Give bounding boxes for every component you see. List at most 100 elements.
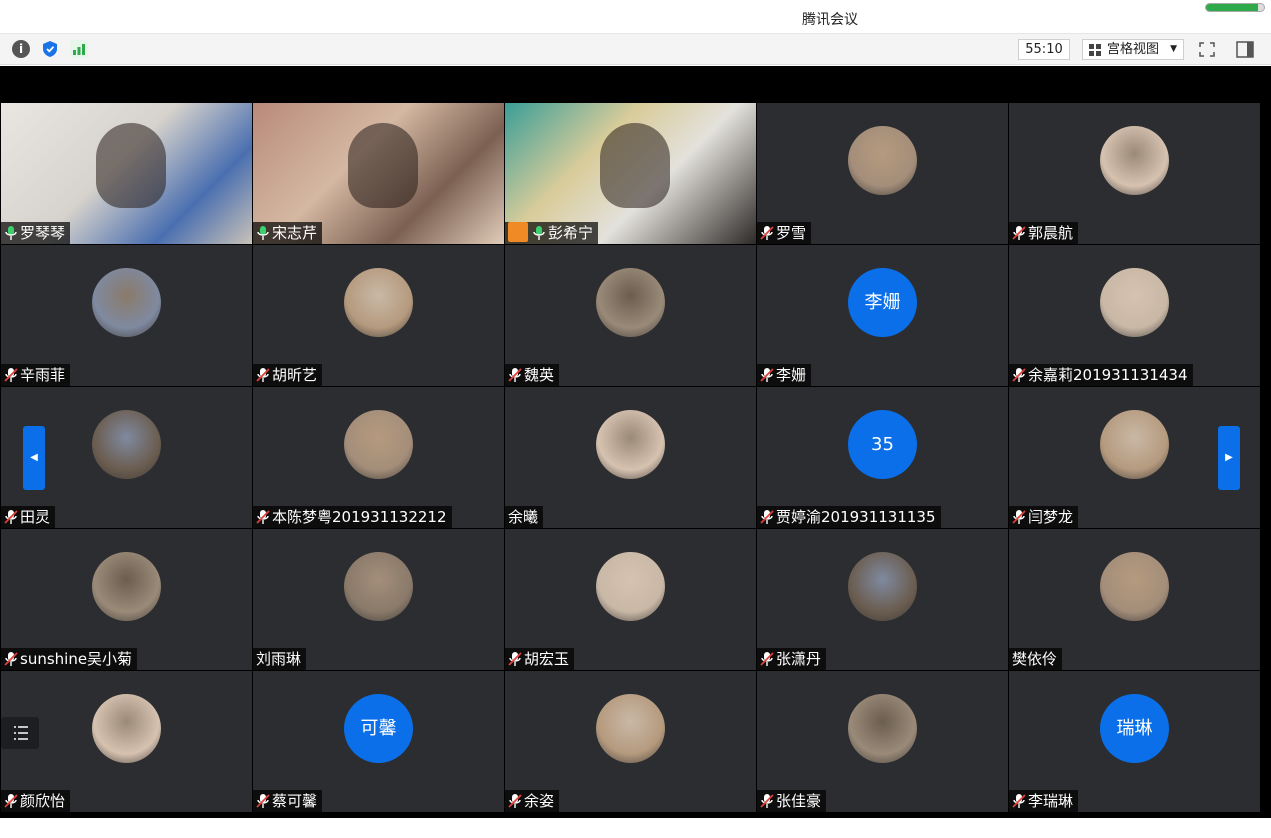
participant-tile[interactable]: 辛雨菲 bbox=[1, 245, 252, 386]
mic-muted-icon bbox=[256, 510, 270, 524]
participant-name-tag: 彭希宁 bbox=[505, 222, 599, 244]
chevron-left-icon[interactable]: ◀ bbox=[23, 426, 45, 490]
mic-muted-icon bbox=[508, 368, 522, 382]
participant-name: 余曦 bbox=[508, 508, 539, 526]
participant-tile[interactable]: 余曦 bbox=[505, 387, 756, 528]
participant-tile[interactable]: sunshine吴小菊 bbox=[1, 529, 252, 670]
shield-icon[interactable] bbox=[41, 40, 59, 58]
participant-name: 本陈梦粤201931132212 bbox=[272, 508, 447, 526]
participant-name: 闫梦龙 bbox=[1028, 508, 1074, 526]
side-panel-icon[interactable] bbox=[1234, 39, 1256, 60]
participant-name: 张佳豪 bbox=[776, 792, 822, 810]
participant-name: 余嘉莉201931131434 bbox=[1028, 366, 1188, 384]
participant-name: 宋志芹 bbox=[272, 224, 318, 242]
signal-icon-svg bbox=[70, 40, 88, 58]
mic-muted-icon bbox=[1012, 794, 1026, 808]
mic-muted-icon bbox=[508, 652, 522, 666]
participant-tile[interactable]: 本陈梦粤201931132212 bbox=[253, 387, 504, 528]
mic-active-icon bbox=[533, 226, 545, 240]
participant-tile[interactable]: 余姿 bbox=[505, 671, 756, 812]
avatar bbox=[92, 552, 161, 621]
participant-tile[interactable]: 余嘉莉201931131434 bbox=[1009, 245, 1260, 386]
participant-name: 罗雪 bbox=[776, 224, 807, 242]
participant-name: 李姗 bbox=[776, 366, 807, 384]
participant-name: 蔡可馨 bbox=[272, 792, 318, 810]
participant-name: 李瑞琳 bbox=[1028, 792, 1074, 810]
participant-name: 贾婷渝201931131135 bbox=[776, 508, 936, 526]
title-bar: 腾讯会议 bbox=[0, 0, 1271, 34]
participant-tile[interactable]: 魏英 bbox=[505, 245, 756, 386]
video-stage: 罗琴琴 宋志芹 彭希宁 罗雪 郭晨航辛雨菲胡昕艺 魏英 李姗 李姗余嘉莉20193113143… bbox=[0, 66, 1271, 838]
window-title: 腾讯会议 bbox=[802, 12, 858, 28]
participant-tile[interactable]: 张佳豪 bbox=[757, 671, 1008, 812]
avatar bbox=[848, 694, 917, 763]
participant-name: 樊依伶 bbox=[1012, 650, 1058, 668]
mic-muted-icon bbox=[1012, 368, 1026, 382]
participant-name-tag: 蔡可馨 bbox=[253, 790, 323, 812]
participant-tile[interactable]: 罗雪 bbox=[757, 103, 1008, 244]
mic-muted-icon bbox=[1012, 510, 1026, 524]
grid-view-icon bbox=[1089, 44, 1101, 56]
participant-name-tag: 樊依伶 bbox=[1009, 648, 1063, 670]
avatar bbox=[92, 694, 161, 763]
participant-name-tag: 罗琴琴 bbox=[1, 222, 71, 244]
participant-tile[interactable]: 胡昕艺 bbox=[253, 245, 504, 386]
network-quality-meter bbox=[1205, 3, 1265, 12]
info-icon[interactable]: i bbox=[12, 40, 30, 58]
participant-silhouette bbox=[96, 123, 166, 208]
mic-muted-icon bbox=[256, 794, 270, 808]
participant-name: 郭晨航 bbox=[1028, 224, 1074, 242]
participant-tile[interactable]: 胡宏玉 bbox=[505, 529, 756, 670]
avatar bbox=[92, 268, 161, 337]
chevron-down-icon: ▼ bbox=[1170, 44, 1177, 54]
participant-tile[interactable]: 张潇丹 bbox=[757, 529, 1008, 670]
participant-name-tag: 胡昕艺 bbox=[253, 364, 323, 386]
bottom-control-bar bbox=[0, 818, 1271, 838]
participant-name-tag: 魏英 bbox=[505, 364, 560, 386]
participant-name-tag: 余曦 bbox=[505, 506, 544, 528]
participant-name: 田灵 bbox=[20, 508, 51, 526]
participant-tile[interactable]: 可馨 蔡可馨 bbox=[253, 671, 504, 812]
avatar bbox=[596, 552, 665, 621]
participant-name-tag: 胡宏玉 bbox=[505, 648, 575, 670]
participant-tile[interactable]: 彭希宁 bbox=[505, 103, 756, 244]
participant-tile[interactable]: 罗琴琴 bbox=[1, 103, 252, 244]
participant-tile[interactable]: 樊依伶 bbox=[1009, 529, 1260, 670]
meeting-timer: 55:10 bbox=[1018, 39, 1070, 60]
participant-name: sunshine吴小菊 bbox=[20, 650, 133, 668]
mic-muted-icon bbox=[508, 794, 522, 808]
view-mode-select[interactable]: 宫格视图 ▼ bbox=[1082, 39, 1184, 60]
participant-tile[interactable]: 35 贾婷渝201931131135 bbox=[757, 387, 1008, 528]
host-badge-icon bbox=[508, 222, 528, 242]
participant-tile[interactable]: 刘雨琳 bbox=[253, 529, 504, 670]
signal-icon[interactable] bbox=[70, 40, 88, 58]
mic-muted-icon bbox=[256, 368, 270, 382]
participant-name: 魏英 bbox=[524, 366, 555, 384]
avatar: 35 bbox=[848, 410, 917, 479]
avatar bbox=[1100, 126, 1169, 195]
participant-tile[interactable]: 宋志芹 bbox=[253, 103, 504, 244]
chevron-right-icon[interactable]: ▶ bbox=[1218, 426, 1240, 490]
participant-name-tag: 余嘉莉201931131434 bbox=[1009, 364, 1193, 386]
participant-tile[interactable]: 李姗 李姗 bbox=[757, 245, 1008, 386]
participant-name: 胡昕艺 bbox=[272, 366, 318, 384]
participant-tile[interactable]: 郭晨航 bbox=[1009, 103, 1260, 244]
avatar bbox=[344, 410, 413, 479]
participant-name-tag: 本陈梦粤201931132212 bbox=[253, 506, 452, 528]
avatar bbox=[596, 694, 665, 763]
mic-muted-icon bbox=[1012, 226, 1026, 240]
fullscreen-icon[interactable] bbox=[1196, 39, 1218, 60]
participant-tile[interactable]: 瑞琳 李瑞琳 bbox=[1009, 671, 1260, 812]
mic-muted-icon bbox=[760, 510, 774, 524]
shield-icon-svg bbox=[43, 41, 57, 57]
network-quality-fill bbox=[1206, 4, 1259, 11]
participant-name: 余姿 bbox=[524, 792, 555, 810]
avatar bbox=[596, 410, 665, 479]
mic-active-icon bbox=[5, 226, 17, 240]
list-menu-icon-svg bbox=[14, 726, 28, 740]
avatar bbox=[1100, 268, 1169, 337]
participant-name-tag: 田灵 bbox=[1, 506, 56, 528]
participant-name-tag: 余姿 bbox=[505, 790, 560, 812]
list-menu-icon[interactable] bbox=[1, 717, 39, 749]
avatar bbox=[848, 126, 917, 195]
